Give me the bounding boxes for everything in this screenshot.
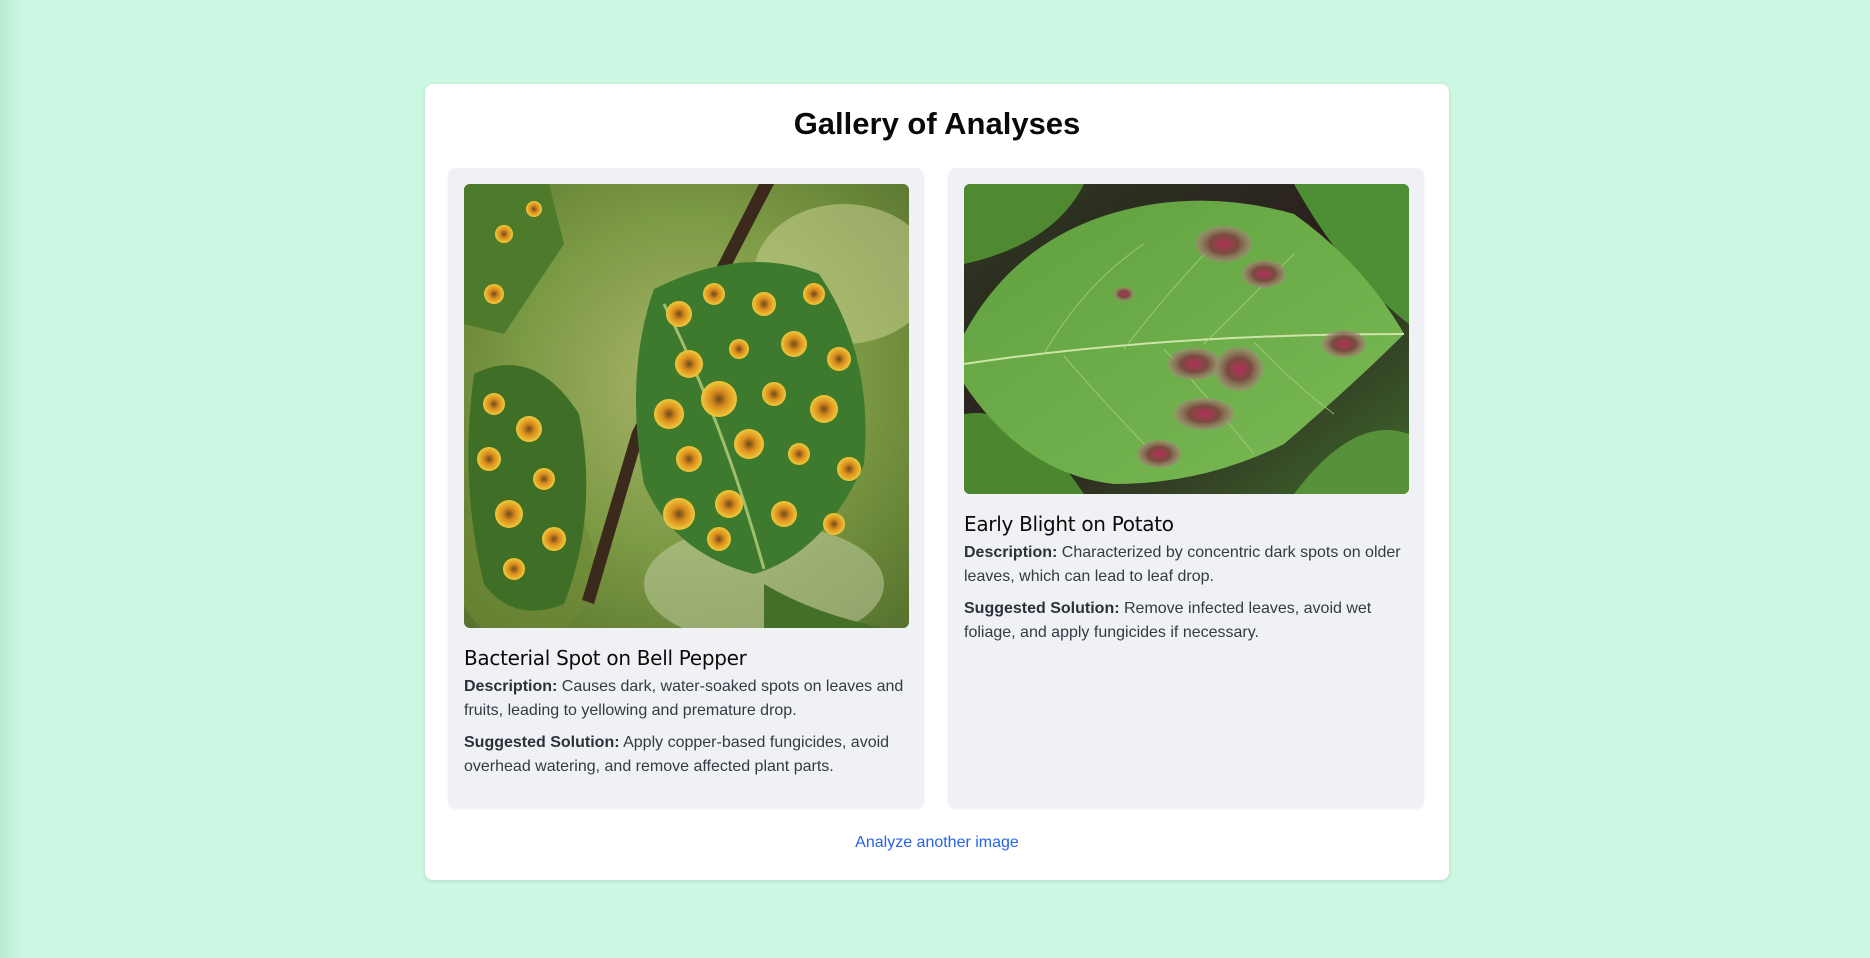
card-solution: Suggested Solution: Remove infected leav… xyxy=(964,597,1404,645)
card-title: Early Blight on Potato xyxy=(964,512,1174,536)
card-description: Description: Characterized by concentric… xyxy=(964,541,1404,589)
solution-label: Suggested Solution: xyxy=(464,734,620,751)
description-label: Description: xyxy=(964,544,1058,561)
analysis-image-leaf-blight xyxy=(964,184,1409,494)
description-label: Description: xyxy=(464,678,558,695)
left-edge-shade xyxy=(0,0,22,958)
solution-label: Suggested Solution: xyxy=(964,600,1120,617)
card-solution: Suggested Solution: Apply copper-based f… xyxy=(464,731,904,779)
analysis-image-leaf-rust xyxy=(464,184,909,628)
analysis-card: Early Blight on Potato Description: Char… xyxy=(948,168,1424,808)
card-description: Description: Causes dark, water-soaked s… xyxy=(464,675,904,723)
page-title: Gallery of Analyses xyxy=(793,106,1081,141)
card-title: Bacterial Spot on Bell Pepper xyxy=(464,646,747,670)
gallery-panel: Gallery of Analyses Bacterial Spot on Be… xyxy=(425,84,1449,880)
analyze-another-image-link[interactable]: Analyze another image xyxy=(425,834,1449,852)
analysis-card: Bacterial Spot on Bell Pepper Descriptio… xyxy=(448,168,924,808)
